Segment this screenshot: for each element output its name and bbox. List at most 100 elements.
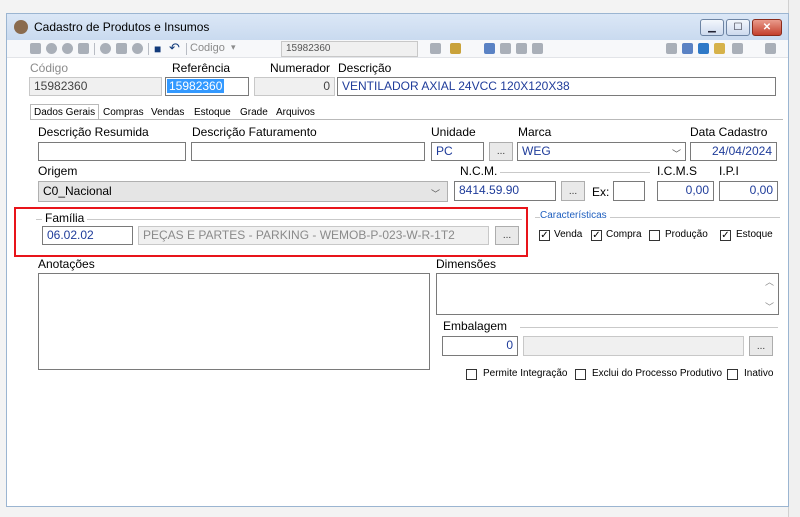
anotacoes-textarea[interactable] <box>38 273 430 370</box>
refresh-icon[interactable] <box>698 43 709 54</box>
inativo-checkbox[interactable] <box>727 369 738 380</box>
ipi-label: I.P.I <box>719 164 739 178</box>
descricao-field[interactable]: VENTILADOR AXIAL 24VCC 120X120X38 <box>337 77 776 96</box>
dimensoes-textarea[interactable] <box>436 273 779 315</box>
tab-estoque[interactable]: Estoque <box>191 105 234 120</box>
embalagem-field[interactable]: 0 <box>442 336 518 356</box>
exclui-processo-label: Exclui do Processo Produtivo <box>592 368 723 379</box>
producao-checkbox[interactable] <box>649 230 660 241</box>
toolbar-separator <box>94 43 95 55</box>
codigo-field[interactable]: 15982360 <box>29 77 162 96</box>
origem-label: Origem <box>38 164 78 178</box>
marca-select[interactable]: WEG <box>517 142 686 161</box>
previous-record-icon[interactable] <box>46 43 57 54</box>
numerador-label: Numerador <box>270 61 331 75</box>
permite-integracao-label: Permite Integração <box>483 368 568 379</box>
venda-checkbox[interactable]: ✓ <box>539 230 550 241</box>
chevron-down-icon[interactable]: ﹀ <box>672 147 681 160</box>
close-button[interactable]: ✕ <box>752 19 782 36</box>
tab-dados-gerais[interactable]: Dados Gerais <box>30 104 100 119</box>
ex-label: Ex: <box>592 185 610 199</box>
link-icon[interactable] <box>532 43 543 54</box>
ncm-lookup-button[interactable]: ... <box>561 181 585 201</box>
inativo-label: Inativo <box>744 368 774 379</box>
toolbar-separator <box>148 43 149 55</box>
export-icon[interactable] <box>714 43 725 54</box>
ncm-group-line <box>500 172 650 173</box>
data-cadastro-label: Data Cadastro <box>690 125 768 139</box>
permite-integracao-checkbox[interactable] <box>466 369 477 380</box>
descricao-faturamento-field[interactable] <box>191 142 425 161</box>
embalagem-value: 0 <box>506 338 513 352</box>
exclui-processo-checkbox[interactable] <box>575 369 586 380</box>
estoque-label: Estoque <box>736 229 773 240</box>
unidade-field[interactable]: PC <box>431 142 484 161</box>
first-record-icon[interactable] <box>30 43 41 54</box>
user-icon[interactable] <box>732 43 743 54</box>
delete-icon[interactable] <box>132 43 143 54</box>
caracteristicas-label: Características <box>540 210 610 221</box>
toolbar-codigo-field[interactable]: 15982360 <box>281 41 418 57</box>
venda-label: Venda <box>554 229 583 240</box>
settings-icon[interactable] <box>682 43 693 54</box>
toolbar-separator <box>186 43 187 55</box>
embalagem-description-field[interactable] <box>523 336 744 356</box>
document-icon[interactable] <box>500 43 511 54</box>
compra-label: Compra <box>606 229 642 240</box>
menu-icon[interactable] <box>765 43 776 54</box>
scroll-down-icon[interactable]: ﹀ <box>765 300 774 313</box>
tab-compras[interactable]: Compras <box>100 105 147 120</box>
tab-vendas[interactable]: Vendas <box>148 105 187 120</box>
background-window-edge <box>788 0 800 517</box>
icms-field[interactable]: 0,00 <box>657 181 714 201</box>
embalagem-lookup-button[interactable]: ... <box>749 336 773 356</box>
icms-value: 0,00 <box>685 183 709 197</box>
referencia-label: Referência <box>172 61 231 75</box>
maximize-button[interactable]: ☐ <box>726 19 750 36</box>
unidade-lookup-button[interactable]: ... <box>489 142 513 161</box>
chevron-down-icon[interactable]: ﹀ <box>431 187 440 200</box>
dimensoes-label: Dimensões <box>436 257 497 271</box>
compra-checkbox[interactable]: ✓ <box>591 230 602 241</box>
codigo-label: Código <box>30 61 69 75</box>
toolbar-codigo-label: Codigo <box>190 42 225 54</box>
data-cadastro-field[interactable]: 24/04/2024 <box>690 142 777 161</box>
embalagem-label: Embalagem <box>443 319 511 333</box>
tab-arquivos[interactable]: Arquivos <box>273 105 318 120</box>
edit-icon[interactable] <box>116 43 127 54</box>
descricao-resumida-field[interactable] <box>38 142 186 161</box>
anotacoes-label: Anotações <box>38 257 95 271</box>
undo-icon[interactable]: ↶ <box>169 40 180 56</box>
highlight-box <box>14 207 528 257</box>
referencia-value: 15982360 <box>167 79 225 93</box>
chart-icon[interactable] <box>450 43 461 54</box>
descricao-faturamento-label: Descrição Faturamento <box>192 125 317 139</box>
referencia-field[interactable]: 15982360 <box>165 77 249 96</box>
numerador-value: 0 <box>323 79 330 93</box>
print-icon[interactable] <box>430 43 441 54</box>
window-icon[interactable] <box>666 43 677 54</box>
marca-label: Marca <box>518 125 552 139</box>
barcode-icon[interactable] <box>516 43 527 54</box>
list-icon[interactable] <box>484 43 495 54</box>
origem-select[interactable]: C0_Nacional <box>38 181 448 202</box>
ipi-value: 0,00 <box>749 183 773 197</box>
save-icon[interactable]: ■ <box>154 42 161 56</box>
producao-label: Produção <box>665 229 708 240</box>
window-title: Cadastro de Produtos e Insumos <box>34 20 210 34</box>
minimize-button[interactable]: ▁ <box>700 19 724 36</box>
scroll-up-icon[interactable]: ︿ <box>765 275 774 288</box>
tab-grade[interactable]: Grade <box>237 105 271 120</box>
next-record-icon[interactable] <box>62 43 73 54</box>
ncm-field[interactable]: 8414.59.90 <box>454 181 556 201</box>
descricao-resumida-label: Descrição Resumida <box>38 125 149 139</box>
last-record-icon[interactable] <box>78 43 89 54</box>
estoque-checkbox[interactable]: ✓ <box>720 230 731 241</box>
chevron-down-icon[interactable]: ▾ <box>231 42 236 53</box>
ex-field[interactable] <box>613 181 645 201</box>
descricao-label: Descrição <box>338 61 392 75</box>
ipi-field[interactable]: 0,00 <box>719 181 778 201</box>
numerador-field[interactable]: 0 <box>254 77 335 96</box>
add-icon[interactable] <box>100 43 111 54</box>
unidade-label: Unidade <box>431 125 476 139</box>
